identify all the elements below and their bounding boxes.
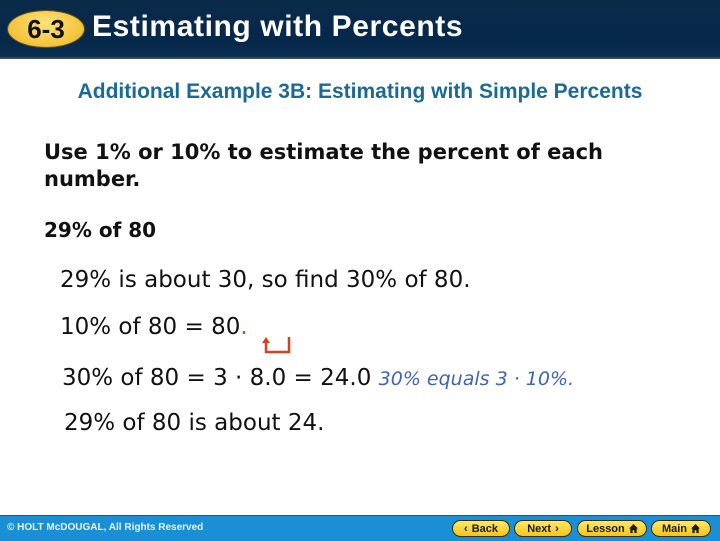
home-icon [628,524,638,533]
lesson-title: Estimating with Percents [92,10,464,43]
step-2-text: 10% of 80 = 8 [60,314,226,340]
step-3-note: 30% equals 3 · 10%. [378,368,575,390]
lesson-number-badge: 6-3 [8,11,84,47]
step-1: 29% is about 30, so find 30% of 80. [60,267,471,293]
main-button[interactable]: Main [651,520,711,537]
step-4-conclusion: 29% of 80 is about 24. [64,410,325,436]
copyright-text: © HOLT McDOUGAL, All Rights Reserved [7,522,204,533]
chevron-right-icon: › [555,522,559,535]
decimal-shift-arrow-icon [262,337,291,354]
lesson-button[interactable]: Lesson [577,520,647,537]
lesson-number: 6-3 [27,13,65,44]
step-3: 30% of 80 = 3 · 8.0 = 24.0 30% equals 3 … [62,365,574,391]
lesson-label: Lesson [586,522,625,535]
old-decimal-point: . [240,314,248,340]
step-2-digit: 0 [225,314,241,340]
example-subtitle: Additional Example 3B: Estimating with S… [77,80,643,103]
next-label: Next [527,522,552,535]
next-button[interactable]: Next › [514,520,572,537]
footer-bar: © HOLT McDOUGAL, All Rights Reserved ‹ B… [0,515,720,541]
back-label: Back [471,522,498,535]
back-button[interactable]: ‹ Back [452,520,510,537]
main-label: Main [661,522,688,535]
instruction-text: Use 1% or 10% to estimate the percent of… [44,140,603,191]
step-2: 10% of 80 = 80. [60,314,248,340]
home-icon [691,524,701,533]
chevron-left-icon: ‹ [464,522,468,535]
problem-statement: 29% of 80 [44,218,157,242]
header-bar: 6-3 Estimating with Percents [0,0,720,59]
step-3-text: 30% of 80 = 3 · 8.0 = 24.0 [62,365,372,391]
